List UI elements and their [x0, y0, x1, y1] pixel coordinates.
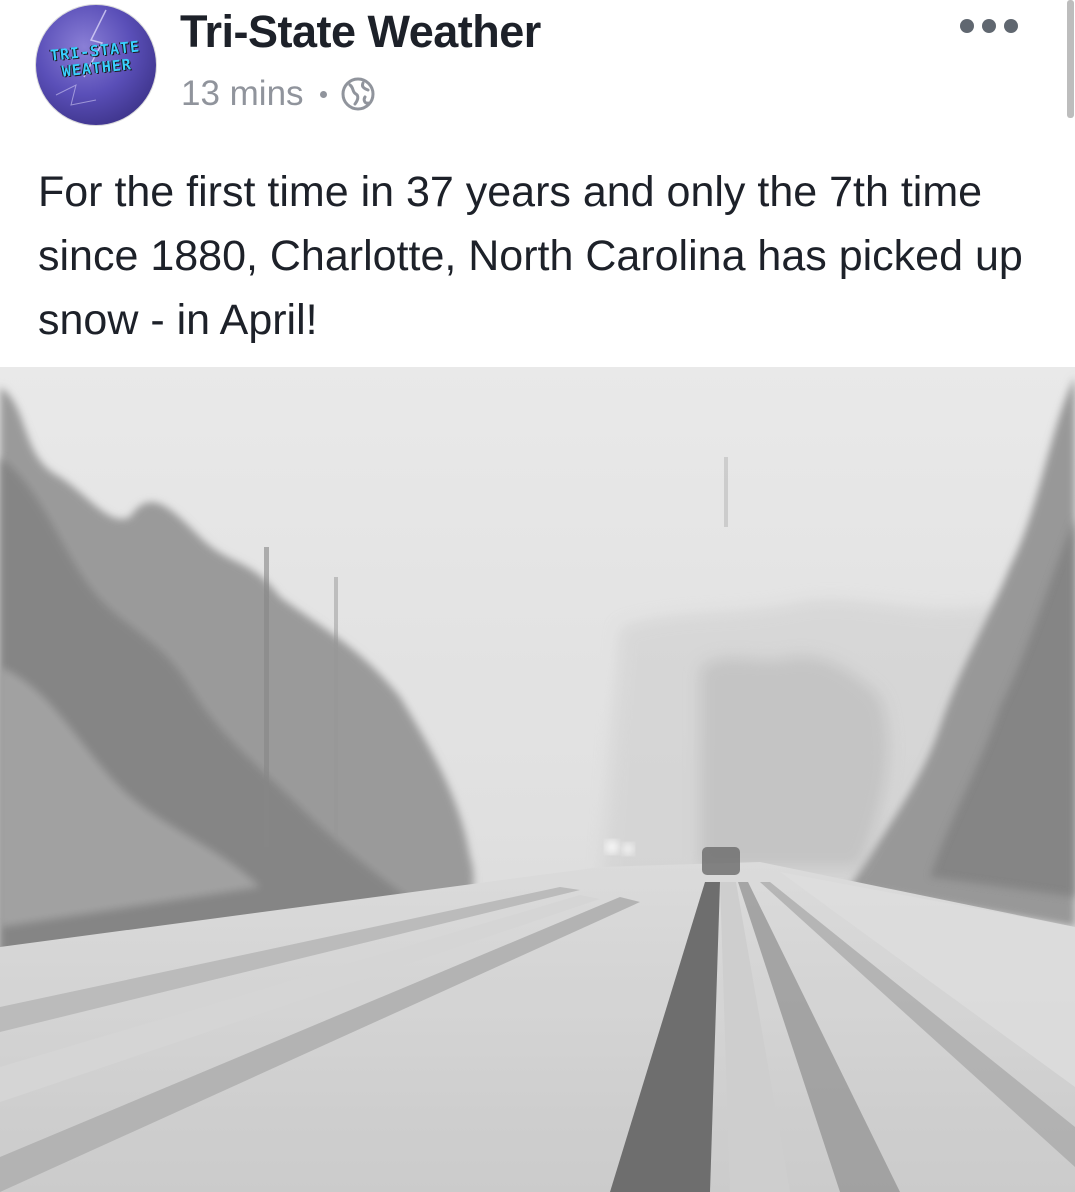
post-timestamp[interactable]: 13 mins	[181, 74, 304, 114]
post-message: For the first time in 37 years and only …	[38, 168, 1023, 344]
page-avatar[interactable]: TRI-STATE WEATHER	[36, 5, 156, 125]
more-horizontal-icon	[1004, 19, 1018, 33]
more-options-button[interactable]	[944, 6, 1034, 46]
post-header: TRI-STATE WEATHER Tri-State Weather 13 m…	[0, 0, 1075, 140]
separator-dot	[319, 90, 327, 98]
snowy-road-photo	[0, 367, 1075, 1192]
globe-icon[interactable]	[341, 77, 375, 111]
post-meta: 13 mins	[181, 72, 375, 116]
more-horizontal-icon	[960, 19, 974, 33]
post-photo[interactable]	[0, 367, 1075, 1192]
more-horizontal-icon	[982, 19, 996, 33]
page-name-link[interactable]: Tri-State Weather	[180, 6, 541, 58]
scrollbar[interactable]	[1067, 0, 1074, 118]
